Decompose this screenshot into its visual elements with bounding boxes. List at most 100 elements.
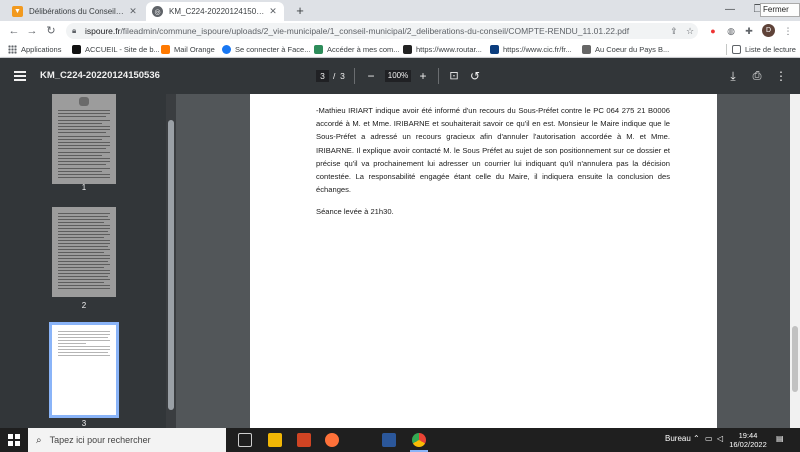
thumbnail-text-line xyxy=(58,288,110,289)
back-arrow-icon[interactable]: ← xyxy=(6,23,22,39)
bookmark-star-icon[interactable]: ☆ xyxy=(682,26,698,37)
tab-title: KM_C224-20220124150536 xyxy=(169,7,265,16)
minimize-button[interactable]: — xyxy=(716,0,744,21)
thumbnail-text-line xyxy=(58,343,86,344)
lock-icon[interactable]: 🔒︎ xyxy=(72,26,82,36)
volume-icon[interactable]: ◁ xyxy=(717,434,723,443)
thumbnail-text-line xyxy=(58,161,110,163)
thumbnail-text-line xyxy=(58,270,110,271)
tray-label[interactable]: Bureau xyxy=(665,434,691,443)
zoom-level-input[interactable]: 100% xyxy=(385,70,411,82)
url-text[interactable]: ispoure.fr/fileadmin/commune_ispoure/upl… xyxy=(85,26,666,36)
thumbnail-text-line xyxy=(58,135,110,137)
page-thumbnail-1[interactable] xyxy=(52,94,116,184)
extension-icon[interactable]: ◍ xyxy=(724,24,738,38)
forward-arrow-icon[interactable]: → xyxy=(24,23,40,39)
rotate-icon[interactable]: ↺ xyxy=(468,69,482,83)
reload-icon[interactable]: ↻ xyxy=(43,23,59,39)
word-icon[interactable] xyxy=(382,433,396,447)
thumbnail-text-line xyxy=(58,258,110,259)
thumbnail-text-line xyxy=(58,346,110,347)
zoom-in-button[interactable]: + xyxy=(416,69,430,83)
page-thumbnail-2[interactable] xyxy=(52,207,116,297)
thumbnail-text-line xyxy=(58,116,106,118)
page-thumbnail-3[interactable] xyxy=(49,322,119,418)
thumbnail-text-line xyxy=(58,285,110,286)
thumbnail-text-line xyxy=(58,225,110,226)
tab-strip: ▼ Délibérations du Conseil - Commu ✕ ◎ K… xyxy=(0,0,800,21)
bookmark-item[interactable]: Au Coeur du Pays B... xyxy=(582,43,669,56)
thumbnail-text-line xyxy=(58,219,110,220)
taskbar-search-box[interactable]: ⌕ Tapez ici pour rechercher xyxy=(28,428,226,452)
thumbnail-text-line xyxy=(58,331,110,332)
windows-start-icon[interactable] xyxy=(8,434,20,446)
task-view-icon[interactable] xyxy=(238,433,252,447)
tab-deliberations[interactable]: ▼ Délibérations du Conseil - Commu ✕ xyxy=(6,2,144,21)
firefox-icon[interactable] xyxy=(325,433,339,447)
more-menu-icon[interactable]: ⋮ xyxy=(781,24,795,38)
close-tooltip: Fermer xyxy=(760,3,800,17)
sidebar-scrollbar[interactable] xyxy=(166,94,176,428)
thumbnail-text-line xyxy=(58,273,110,274)
bookmark-item[interactable]: Accéder à mes com... xyxy=(314,43,400,56)
thumbnail-text-line xyxy=(58,231,108,232)
page-number-input[interactable]: 3 xyxy=(316,70,329,82)
adblock-extension-icon[interactable]: ● xyxy=(706,24,720,38)
notifications-icon[interactable]: ▤ xyxy=(776,434,784,443)
thumbnail-text-line xyxy=(58,138,102,140)
print-icon[interactable]: ⎙ xyxy=(750,69,764,83)
thumbnail-text-line xyxy=(58,113,110,115)
zoom-out-button[interactable]: − xyxy=(364,69,378,83)
bookmark-item[interactable]: https://www.routar... xyxy=(403,43,482,56)
address-bar[interactable]: 🔒︎ ispoure.fr/fileadmin/commune_ispoure/… xyxy=(66,23,698,39)
thumbnail-text-line xyxy=(58,132,106,134)
photos-app-icon[interactable] xyxy=(268,433,282,447)
download-icon[interactable]: ⤓ xyxy=(726,69,740,83)
globe-icon: ◎ xyxy=(152,6,163,17)
thumbnail-text-line xyxy=(58,167,110,169)
bookmark-item[interactable]: Se connecter à Face... xyxy=(222,43,310,56)
reading-list[interactable]: Liste de lecture xyxy=(732,43,796,56)
thumbnail-text-line xyxy=(58,267,104,268)
thumbnail-text-line xyxy=(58,255,110,256)
cic-bank-icon xyxy=(490,45,499,54)
bookmark-item[interactable]: https://www.cic.fr/fr... xyxy=(490,43,572,56)
powerpoint-icon[interactable] xyxy=(297,433,311,447)
chevron-up-icon[interactable]: ⌃ xyxy=(693,434,700,443)
menu-icon[interactable] xyxy=(14,71,26,81)
bookmark-item[interactable]: Mail Orange xyxy=(161,43,215,56)
thumbnail-text-line xyxy=(58,170,102,172)
bookmark-apps[interactable]: Applications xyxy=(8,43,61,56)
search-icon: ⌕ xyxy=(36,434,42,446)
thumbnail-text-line xyxy=(58,243,110,244)
new-tab-button[interactable]: + xyxy=(292,3,308,19)
share-icon[interactable]: ⇪ xyxy=(666,26,682,37)
fit-to-page-icon[interactable]: ⊡ xyxy=(447,69,461,83)
thumbnail-text-line xyxy=(58,282,104,283)
tab-pdf[interactable]: ◎ KM_C224-20220124150536 ✕ xyxy=(146,2,284,21)
more-options-icon[interactable]: ⋮ xyxy=(774,69,788,83)
thumbnail-text-line xyxy=(58,110,110,111)
bookmark-item[interactable]: ACCUEIL - Site de b... xyxy=(72,43,160,56)
close-icon[interactable]: ✕ xyxy=(268,6,278,17)
thumbnail-text-line xyxy=(58,261,108,262)
profile-avatar[interactable]: D xyxy=(762,24,775,37)
thumbnail-text-line xyxy=(58,119,110,121)
chrome-icon[interactable] xyxy=(412,433,426,447)
network-icon[interactable]: ▭ xyxy=(705,434,713,443)
thumbnail-text-line xyxy=(58,126,110,127)
facebook-icon xyxy=(222,45,231,54)
toolbar-divider xyxy=(438,68,439,84)
windows-taskbar: ⌕ Tapez ici pour rechercher Bureau ⌃ ▭ ◁… xyxy=(0,428,800,452)
puzzle-extensions-icon[interactable]: ✚ xyxy=(742,24,756,38)
thumbnail-text-line xyxy=(58,148,106,150)
thumbnail-text-line xyxy=(58,237,104,238)
thumbnail-text-line xyxy=(58,249,110,250)
close-icon[interactable]: ✕ xyxy=(128,6,138,17)
document-scrollbar[interactable] xyxy=(790,94,800,428)
pdf-page: -Mathieu IRIART indique avoir été inform… xyxy=(250,94,717,428)
thumbnail-sidebar: 1 2 3 xyxy=(0,94,176,428)
clock[interactable]: 19:44 16/02/2022 xyxy=(729,431,767,449)
thumbnail-text-line xyxy=(58,276,108,277)
navigation-bar: ← → ↻ 🔒︎ ispoure.fr/fileadmin/commune_is… xyxy=(0,21,800,41)
